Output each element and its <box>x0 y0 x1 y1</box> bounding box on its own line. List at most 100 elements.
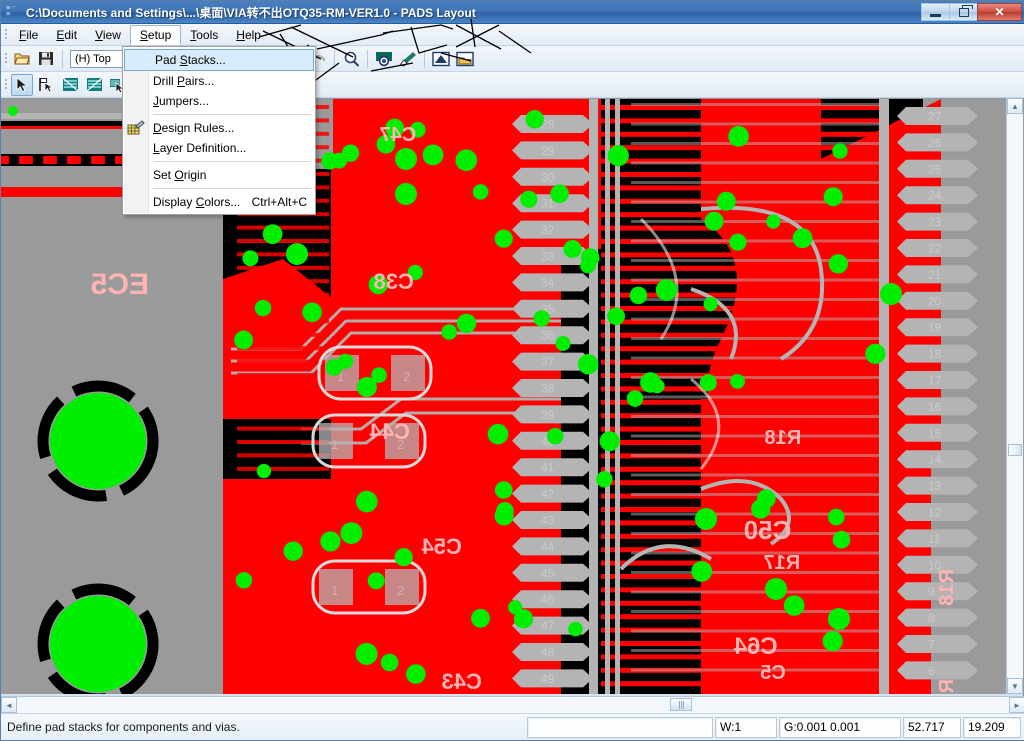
svg-text:2: 2 <box>397 583 404 598</box>
status-message: Define pad stacks for components and via… <box>7 720 240 734</box>
menu-item-label: Drill Pairs... <box>153 74 215 88</box>
svg-text:C64: C64 <box>733 633 778 660</box>
svg-text:27: 27 <box>928 110 942 124</box>
svg-text:12: 12 <box>928 506 942 520</box>
svg-text:36: 36 <box>541 329 555 343</box>
svg-text:R17: R17 <box>763 552 800 574</box>
scroll-up-button[interactable]: ▲ <box>1007 98 1023 114</box>
svg-text:C47: C47 <box>379 124 416 146</box>
menu-item-label: Layer Definition... <box>153 141 247 155</box>
menu-item-label: Jumpers... <box>153 94 210 108</box>
menu-item-label: Display Colors... <box>153 195 241 209</box>
svg-text:C43: C43 <box>442 669 482 694</box>
svg-text:2: 2 <box>403 369 410 384</box>
menu-setup[interactable]: Setup <box>129 25 182 45</box>
open-library-icon[interactable] <box>454 48 476 70</box>
menu-item-layer-definition[interactable]: Layer Definition... <box>123 138 315 158</box>
select-flag-icon[interactable] <box>35 74 57 96</box>
svg-text:49: 49 <box>541 672 555 686</box>
svg-text:29: 29 <box>541 144 555 158</box>
scroll-right-button[interactable]: ► <box>1009 697 1024 713</box>
menu-separator <box>153 114 311 115</box>
layer-stack-icon-1[interactable] <box>59 74 81 96</box>
svg-text:42: 42 <box>541 487 555 501</box>
svg-text:17: 17 <box>928 374 942 388</box>
svg-text:1: 1 <box>331 437 338 452</box>
restore-button[interactable] <box>949 3 978 21</box>
svg-text:7: 7 <box>928 638 935 652</box>
status-bar: Define pad stacks for components and via… <box>1 713 1024 740</box>
svg-text:R18: R18 <box>936 569 958 606</box>
menu-item-display-colors[interactable]: Display Colors... Ctrl+Alt+C <box>123 192 315 212</box>
svg-text:R17: R17 <box>936 679 958 694</box>
title-bar: ≡ ≡ ⌐ C:\Documents and Settings\...\桌面\V… <box>1 1 1024 24</box>
vertical-scrollbar[interactable]: ▲ ▼ <box>1006 98 1023 694</box>
svg-text:30: 30 <box>541 170 555 184</box>
svg-text:15: 15 <box>928 426 942 440</box>
horizontal-scroll-track[interactable] <box>17 697 1009 713</box>
menu-item-drill-pairs[interactable]: Drill Pairs... <box>123 71 315 91</box>
status-prompt-field[interactable] <box>527 716 713 738</box>
svg-text:41: 41 <box>541 461 555 475</box>
svg-text:37: 37 <box>541 355 555 369</box>
menu-item-design-rules[interactable]: Design Rules... <box>123 118 315 138</box>
toolbar-grip-1[interactable] <box>1 52 10 65</box>
save-file-icon[interactable] <box>35 48 57 70</box>
scroll-down-button[interactable]: ▼ <box>1007 678 1023 694</box>
svg-text:6: 6 <box>928 664 935 678</box>
zoom-icon[interactable] <box>340 48 362 70</box>
design-rules-icon <box>127 120 145 136</box>
open-file-icon[interactable] <box>11 48 33 70</box>
pads-layout-window: ≡ ≡ ⌐ C:\Documents and Settings\...\桌面\V… <box>0 0 1024 741</box>
svg-text:C50: C50 <box>744 515 792 545</box>
svg-text:47: 47 <box>541 619 555 633</box>
layer-stack-icon-2[interactable] <box>83 74 105 96</box>
menubar-grip[interactable] <box>1 24 10 45</box>
scroll-left-button[interactable]: ◄ <box>1 697 17 713</box>
pads-app-icon: ≡ ≡ ⌐ <box>6 4 17 19</box>
zoom-area-icon[interactable] <box>373 48 395 70</box>
svg-text:22: 22 <box>928 242 942 256</box>
menu-help[interactable]: Help <box>227 24 270 45</box>
select-arrow-icon[interactable] <box>11 73 33 96</box>
svg-text:C44: C44 <box>369 419 410 444</box>
horizontal-scroll-thumb[interactable] <box>670 698 692 711</box>
svg-text:48: 48 <box>541 646 555 660</box>
svg-text:9: 9 <box>928 585 935 599</box>
window-controls: ✕ <box>921 3 1022 21</box>
menu-file[interactable]: File <box>10 24 47 45</box>
svg-text:39: 39 <box>541 408 555 422</box>
vertical-scroll-track[interactable] <box>1007 114 1023 678</box>
menu-edit[interactable]: Edit <box>47 24 86 45</box>
svg-text:43: 43 <box>541 514 555 528</box>
paintbrush-icon[interactable] <box>397 48 419 70</box>
minimize-button[interactable] <box>921 3 950 21</box>
svg-text:18: 18 <box>928 347 942 361</box>
svg-text:26: 26 <box>928 136 942 150</box>
menu-item-label: Pad Stacks... <box>155 53 226 67</box>
menu-item-label: Set Origin <box>153 168 207 182</box>
menu-view[interactable]: View <box>86 24 130 45</box>
close-button[interactable]: ✕ <box>977 3 1022 21</box>
window-title: C:\Documents and Settings\...\桌面\VIA转不出O… <box>26 5 476 20</box>
horizontal-scrollbar[interactable]: ◄ ► <box>1 696 1024 713</box>
svg-text:21: 21 <box>928 268 942 282</box>
menu-item-pad-stacks[interactable]: Pad Stacks... <box>124 49 314 71</box>
svg-text:38: 38 <box>541 382 555 396</box>
svg-text:C54: C54 <box>421 534 462 559</box>
menu-item-set-origin[interactable]: Set Origin <box>123 165 315 185</box>
menu-item-jumpers[interactable]: Jumpers... <box>123 91 315 111</box>
status-x-coordinate: 52.717 <box>903 716 961 738</box>
svg-text:20: 20 <box>928 294 942 308</box>
menu-tools[interactable]: Tools <box>181 24 227 45</box>
svg-text:33: 33 <box>541 250 555 264</box>
svg-text:R18: R18 <box>764 427 801 449</box>
menu-separator <box>153 161 311 162</box>
svg-text:25: 25 <box>928 162 942 176</box>
flip-board-icon[interactable] <box>430 48 452 70</box>
svg-text:13: 13 <box>928 479 942 493</box>
svg-text:32: 32 <box>541 223 555 237</box>
toolbar-grip-2[interactable] <box>1 78 10 91</box>
menu-separator <box>153 188 311 189</box>
vertical-scroll-thumb[interactable] <box>1008 444 1022 456</box>
